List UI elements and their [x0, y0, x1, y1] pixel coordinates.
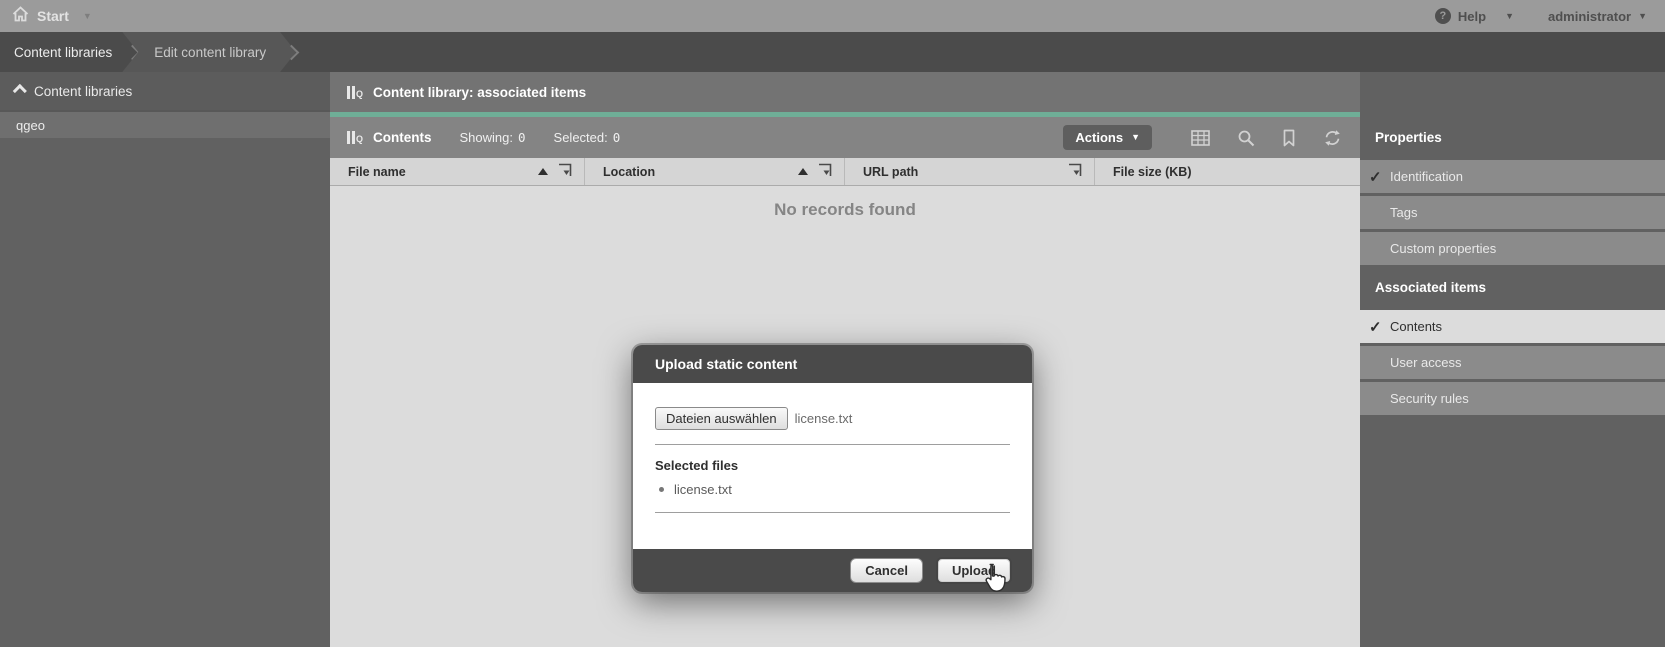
sidebar-header-label: Content libraries — [34, 84, 132, 99]
page-title: Content library: associated items — [373, 85, 586, 100]
sidebar-item-qgeo[interactable]: qgeo — [0, 110, 330, 138]
sidebar-item-contents[interactable]: ✓ Contents — [1360, 310, 1665, 343]
file-input-value: license.txt — [795, 411, 853, 426]
column-header-location[interactable]: Location — [585, 158, 845, 185]
selected-file-item: license.txt — [655, 482, 1010, 497]
divider — [655, 444, 1010, 445]
bullet-icon — [659, 487, 664, 492]
qlik-icon: Q — [347, 86, 363, 99]
filter-icon[interactable] — [557, 163, 572, 181]
user-menu[interactable]: administrator ▼ — [1548, 9, 1647, 24]
check-icon: ✓ — [1369, 168, 1382, 186]
filter-icon[interactable] — [1067, 163, 1082, 181]
sidebar-item-label: qgeo — [16, 118, 45, 133]
selected-files-heading: Selected files — [655, 458, 1010, 473]
chevron-up-icon — [13, 84, 27, 98]
chevron-down-icon: ▼ — [83, 12, 92, 21]
sort-asc-icon — [798, 168, 808, 175]
cancel-button[interactable]: Cancel — [850, 558, 923, 583]
actions-button[interactable]: Actions ▼ — [1063, 125, 1152, 150]
table-header: File name Location URL path File size (K… — [330, 158, 1360, 186]
search-icon[interactable] — [1237, 129, 1255, 147]
upload-dialog: Upload static content Dateien auswählen … — [633, 345, 1032, 592]
user-label: administrator — [1548, 9, 1631, 24]
breadcrumb-content-libraries[interactable]: Content libraries — [0, 32, 132, 72]
left-sidebar: Content libraries qgeo — [0, 72, 330, 647]
chevron-down-icon: ▼ — [1638, 12, 1647, 21]
dialog-title: Upload static content — [633, 345, 1032, 383]
file-choose-button[interactable]: Dateien auswählen — [655, 407, 788, 430]
filter-icon[interactable] — [817, 163, 832, 181]
sidebar-item-tags[interactable]: Tags — [1360, 196, 1665, 229]
breadcrumb-edit-content-library[interactable]: Edit content library — [122, 32, 296, 72]
contents-toolbar: Q Contents Showing: 0 Selected: 0 Action… — [330, 117, 1360, 158]
showing-count: Showing: 0 — [460, 130, 526, 145]
upload-button[interactable]: Upload — [936, 557, 1012, 584]
help-icon: ? — [1435, 8, 1451, 24]
chevron-down-icon: ▼ — [1505, 12, 1514, 21]
help-label: Help — [1458, 9, 1486, 24]
sidebar-header-content-libraries[interactable]: Content libraries — [0, 72, 330, 110]
dialog-body: Dateien auswählen license.txt Selected f… — [633, 383, 1032, 549]
properties-sidebar: Properties ✓ Identification Tags Custom … — [1360, 72, 1665, 647]
toolbar-title: Contents — [373, 130, 432, 145]
chevron-down-icon: ▼ — [1131, 133, 1140, 142]
column-header-file-name[interactable]: File name — [330, 158, 585, 185]
panel-header: Q Content library: associated items — [330, 72, 1360, 112]
section-header-associated-items: Associated items — [1360, 277, 1665, 297]
column-header-file-size[interactable]: File size (KB) — [1095, 158, 1360, 185]
divider — [655, 512, 1010, 513]
selected-count: Selected: 0 — [554, 130, 621, 145]
sidebar-item-identification[interactable]: ✓ Identification — [1360, 160, 1665, 193]
sort-asc-icon — [538, 168, 548, 175]
breadcrumb: Content libraries Edit content library — [0, 32, 1665, 72]
home-icon — [12, 6, 29, 27]
bookmark-icon[interactable] — [1282, 129, 1296, 147]
refresh-icon[interactable] — [1323, 129, 1342, 147]
sidebar-item-security-rules[interactable]: Security rules — [1360, 382, 1665, 415]
column-header-url-path[interactable]: URL path — [845, 158, 1095, 185]
start-menu[interactable]: Start ▼ — [12, 6, 92, 27]
check-icon: ✓ — [1369, 318, 1382, 336]
sidebar-item-custom-properties[interactable]: Custom properties — [1360, 232, 1665, 265]
qlik-icon: Q — [347, 131, 363, 144]
column-selector-icon[interactable] — [1191, 130, 1210, 146]
top-bar: Start ▼ ? Help ▼ administrator ▼ — [0, 0, 1665, 32]
dialog-footer: Cancel Upload — [633, 549, 1032, 592]
start-label: Start — [37, 8, 69, 24]
help-menu[interactable]: ? Help ▼ — [1435, 8, 1514, 24]
section-header-properties: Properties — [1360, 127, 1665, 147]
sidebar-item-user-access[interactable]: User access — [1360, 346, 1665, 379]
